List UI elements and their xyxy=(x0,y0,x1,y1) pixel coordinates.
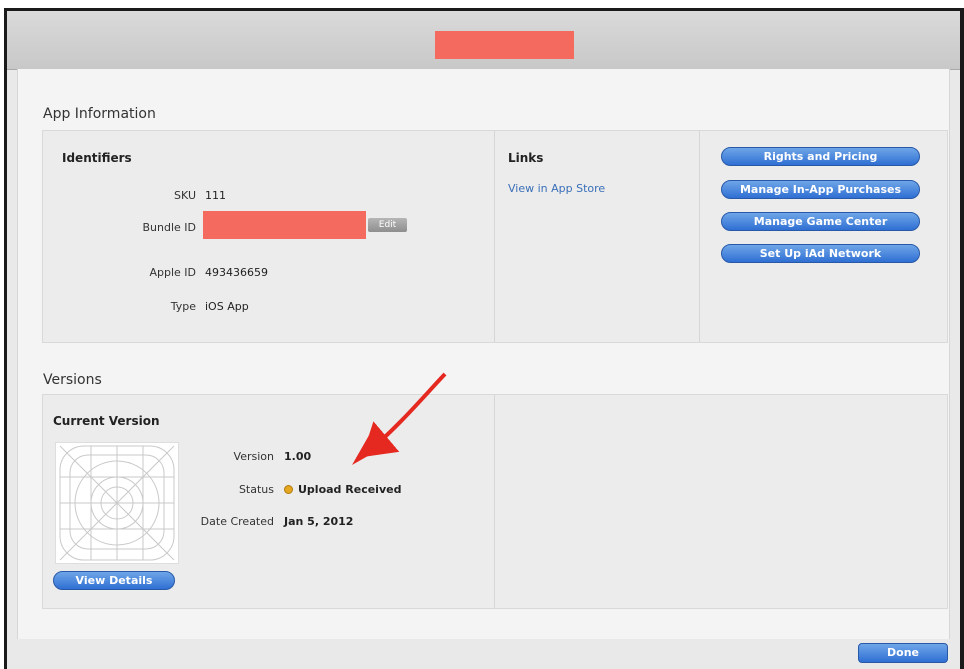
column-divider xyxy=(494,395,495,608)
view-in-app-store-link[interactable]: View in App Store xyxy=(508,182,605,195)
status-dot-icon xyxy=(284,485,293,494)
column-divider xyxy=(699,131,700,342)
type-label: Type xyxy=(170,300,196,313)
links-heading: Links xyxy=(508,151,544,165)
status-value: Upload Received xyxy=(298,483,402,496)
app-information-panel: Identifiers SKU 111 Bundle ID Edit Apple… xyxy=(42,130,948,343)
current-version-heading: Current Version xyxy=(53,414,160,428)
identifiers-heading: Identifiers xyxy=(62,151,132,165)
view-details-button[interactable]: View Details xyxy=(53,571,175,590)
redacted-bundle-id xyxy=(203,211,366,239)
window-frame: App Information Identifiers SKU 111 Bund… xyxy=(4,8,964,669)
version-value: 1.00 xyxy=(284,450,312,463)
edit-bundle-id-button[interactable]: Edit xyxy=(368,218,407,232)
apple-id-label: Apple ID xyxy=(149,266,196,279)
column-divider xyxy=(494,131,495,342)
set-up-iad-network-button[interactable]: Set Up iAd Network xyxy=(721,244,920,263)
apple-id-value: 493436659 xyxy=(205,266,268,279)
date-created-label: Date Created xyxy=(200,515,274,528)
manage-game-center-button[interactable]: Manage Game Center xyxy=(721,212,920,231)
bundle-id-label: Bundle ID xyxy=(142,221,196,234)
sku-label: SKU xyxy=(174,189,196,202)
title-bar xyxy=(7,11,960,70)
rights-and-pricing-button[interactable]: Rights and Pricing xyxy=(721,147,920,166)
done-button[interactable]: Done xyxy=(858,643,948,663)
redacted-app-name xyxy=(435,31,574,59)
app-details-sheet: App Information Identifiers SKU 111 Bund… xyxy=(17,69,950,639)
status-value-wrap: Upload Received xyxy=(284,483,401,496)
type-value: iOS App xyxy=(205,300,249,313)
sku-value: 111 xyxy=(205,189,226,202)
versions-title: Versions xyxy=(43,372,102,388)
manage-in-app-purchases-button[interactable]: Manage In-App Purchases xyxy=(721,180,920,199)
version-label: Version xyxy=(233,450,274,463)
app-information-title: App Information xyxy=(43,106,156,122)
versions-panel: Current Version View Details Version 1.0… xyxy=(42,394,948,609)
status-label: Status xyxy=(238,483,274,496)
date-created-value: Jan 5, 2012 xyxy=(284,515,354,528)
